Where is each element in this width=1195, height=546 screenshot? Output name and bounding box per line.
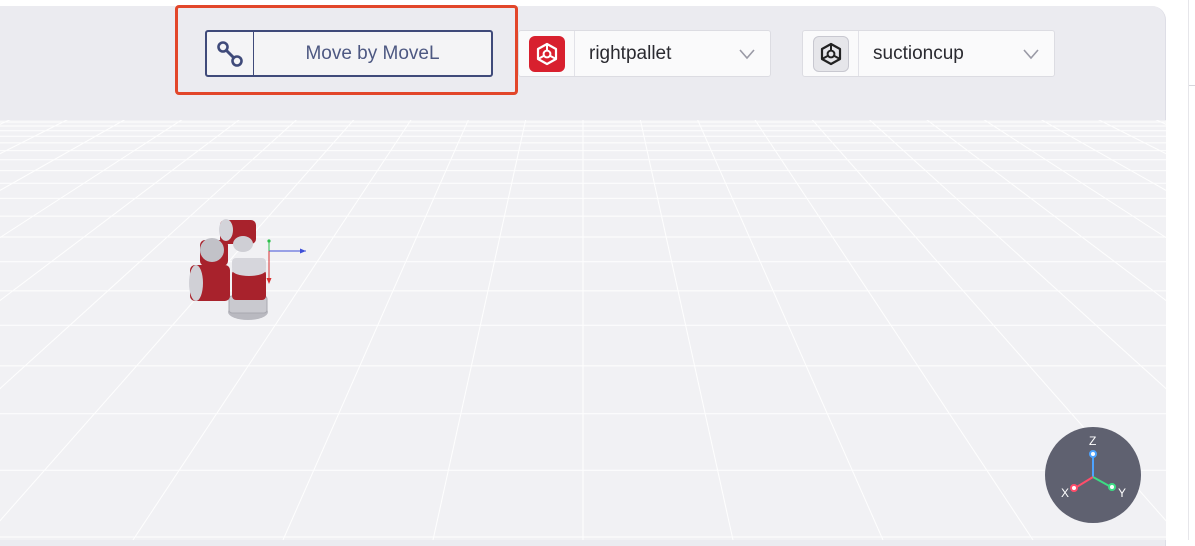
tool-cube-icon bbox=[812, 35, 849, 72]
top-toolbar: Move by MoveL rightpallet suctioncup bbox=[0, 0, 1166, 115]
movel-path-icon bbox=[207, 32, 254, 75]
pallet-icon-cell bbox=[519, 31, 575, 76]
chevron-down-icon bbox=[724, 48, 770, 60]
chevron-down-icon bbox=[1008, 48, 1054, 60]
move-mode-button[interactable]: Move by MoveL bbox=[205, 30, 493, 77]
axis-gizmo[interactable]: Z X Y bbox=[1045, 427, 1141, 523]
right-edge-divider bbox=[1189, 85, 1195, 86]
tool-dropdown[interactable]: suctioncup bbox=[802, 30, 1055, 77]
tool-dropdown-value: suctioncup bbox=[873, 42, 964, 64]
gizmo-x-label: X bbox=[1061, 486, 1070, 500]
tool-icon-cell bbox=[803, 31, 859, 76]
pallet-dropdown-value: rightpallet bbox=[589, 42, 672, 64]
pallet-cube-icon bbox=[528, 35, 565, 72]
gizmo-z-label: Z bbox=[1089, 434, 1097, 448]
gizmo-y-label: Y bbox=[1118, 486, 1127, 500]
floor-grid bbox=[0, 120, 1166, 540]
move-mode-label: Move by MoveL bbox=[305, 42, 440, 64]
right-edge-panel bbox=[1188, 0, 1195, 540]
3d-viewport[interactable] bbox=[0, 120, 1166, 540]
pallet-dropdown[interactable]: rightpallet bbox=[518, 30, 771, 77]
